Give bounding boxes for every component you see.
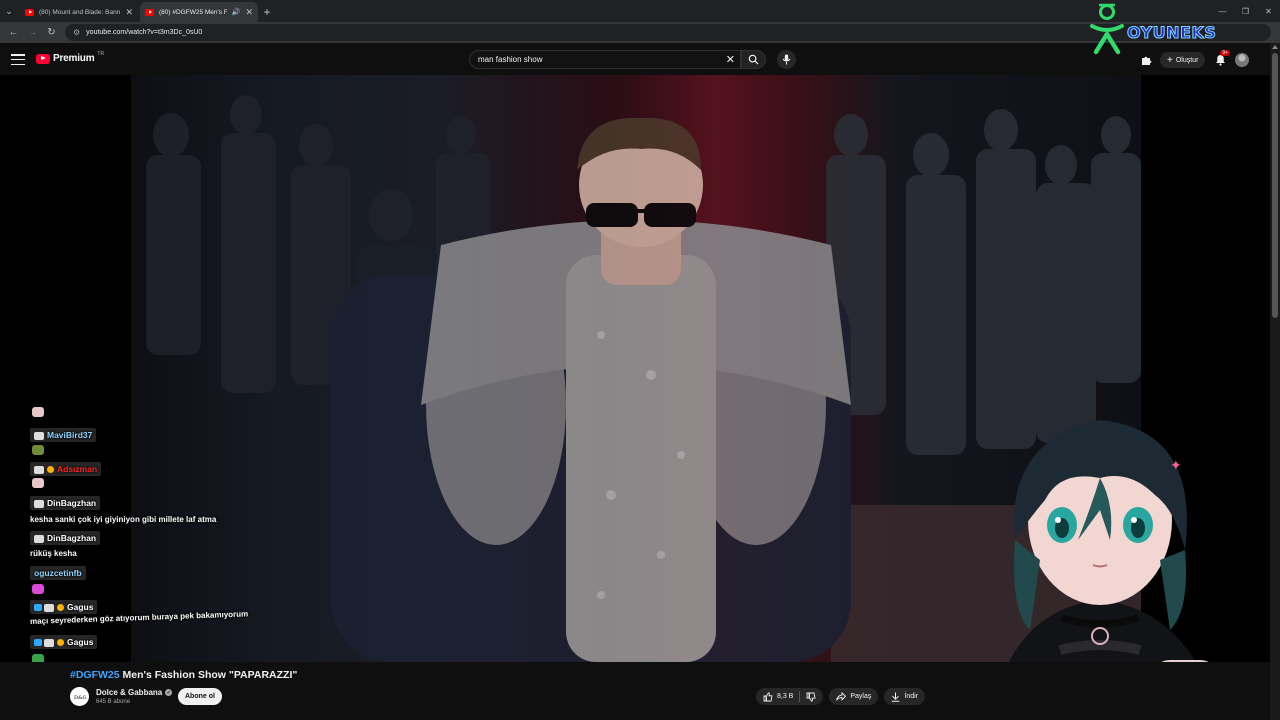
guide-menu-icon[interactable] bbox=[11, 54, 25, 65]
channel-name-text: Dolce & Gabbana bbox=[96, 688, 163, 697]
youtube-favicon-icon bbox=[145, 8, 154, 16]
hashtag-link[interactable]: #DGFW25 bbox=[70, 669, 120, 681]
member-badge-icon bbox=[34, 639, 42, 647]
chat-message: Gagus bbox=[30, 600, 98, 614]
close-tab-icon[interactable]: ✕ bbox=[125, 7, 133, 18]
page-scrollbar[interactable] bbox=[1270, 43, 1280, 720]
like-dislike-group: 8,3 B bbox=[756, 688, 824, 705]
scroll-up-arrow-icon[interactable] bbox=[1272, 45, 1278, 49]
youtube-favicon-icon bbox=[25, 8, 34, 16]
download-button[interactable]: İndir bbox=[884, 688, 925, 705]
scrollbar-thumb[interactable] bbox=[1272, 53, 1278, 318]
chat-badge-icon bbox=[44, 603, 54, 612]
thumbs-down-icon[interactable] bbox=[806, 692, 816, 702]
url-text: youtube.com/watch?v=t3m3Dc_0sU0 bbox=[86, 29, 203, 36]
logo-text: Premium bbox=[53, 53, 95, 64]
channel-name[interactable]: Dolce & Gabbana ✓ bbox=[96, 688, 173, 697]
search-query: man fashion show bbox=[478, 55, 543, 64]
thumbs-up-icon bbox=[763, 691, 773, 701]
microphone-icon bbox=[782, 54, 791, 65]
chat-badge-icon bbox=[44, 638, 54, 647]
search-icon bbox=[748, 54, 759, 65]
speaker-icon[interactable]: 🔊 bbox=[232, 8, 241, 16]
dg-logo-icon: D&G bbox=[73, 693, 86, 701]
chat-username: Adsızman bbox=[57, 464, 98, 474]
download-label: İndir bbox=[904, 693, 918, 700]
chat-emote bbox=[32, 407, 44, 417]
share-arrow-icon bbox=[836, 692, 847, 701]
share-button[interactable]: Paylaş bbox=[829, 688, 879, 705]
divider bbox=[799, 691, 801, 702]
youtube-play-icon bbox=[36, 53, 50, 64]
chat-username: Gagus bbox=[67, 637, 94, 647]
svg-text:✦: ✦ bbox=[1170, 458, 1182, 474]
subscribe-button[interactable]: Abone ol bbox=[178, 688, 222, 705]
tab-title: (80) Mount and Blade: Bannerlo bbox=[39, 8, 121, 16]
tab-search-chevron-icon[interactable]: ⌄ bbox=[0, 0, 18, 22]
channel-avatar[interactable]: D&G bbox=[70, 687, 89, 706]
browser-tab[interactable]: (80) Mount and Blade: Bannerlo ✕ bbox=[20, 2, 138, 22]
subscriber-badge-icon bbox=[47, 466, 54, 474]
share-label: Paylaş bbox=[850, 693, 872, 700]
brand-name: OYUNEKS bbox=[1126, 23, 1217, 43]
new-tab-button[interactable]: + bbox=[258, 2, 276, 22]
clear-search-icon[interactable]: ✕ bbox=[726, 53, 735, 66]
chat-username: DinBagzhan bbox=[47, 533, 97, 543]
subscriber-badge-icon bbox=[57, 639, 64, 647]
logo-country: TR bbox=[97, 50, 105, 57]
chat-message: oguzcetinfb bbox=[30, 566, 86, 580]
chat-badge-icon bbox=[34, 465, 44, 474]
chat-username: Gagus bbox=[67, 602, 94, 612]
chat-username: DinBagzhan bbox=[47, 498, 97, 508]
download-icon bbox=[892, 692, 900, 702]
chat-message: Gagus bbox=[30, 635, 98, 649]
chat-emote bbox=[32, 478, 44, 488]
chat-text: rüküş kesha bbox=[30, 549, 77, 558]
chat-username: MaviBird37 bbox=[47, 430, 93, 440]
video-actions: 8,3 B Paylaş İndir bbox=[756, 688, 925, 705]
chat-emote bbox=[32, 445, 44, 455]
chat-emote bbox=[32, 584, 44, 594]
chat-message: MaviBird37 bbox=[30, 428, 97, 442]
chat-message: DinBagzhan bbox=[30, 531, 101, 545]
member-badge-icon bbox=[34, 604, 42, 612]
chat-message: Adsızman bbox=[30, 462, 102, 476]
video-info: #DGFW25 Men's Fashion Show "PAPARAZZI" D… bbox=[0, 662, 1270, 720]
tab-title: (80) #DGFW25 Men's Fashi bbox=[159, 8, 227, 16]
search-input[interactable]: man fashion show ✕ bbox=[469, 50, 741, 69]
site-info-icon[interactable]: ⚙ bbox=[73, 28, 80, 37]
back-arrow-icon[interactable]: ← bbox=[4, 23, 23, 42]
close-tab-icon[interactable]: ✕ bbox=[245, 7, 253, 18]
verified-check-icon: ✓ bbox=[165, 689, 173, 696]
browser-tab-active[interactable]: (80) #DGFW25 Men's Fashi 🔊 ✕ bbox=[140, 2, 258, 22]
voice-search-button[interactable] bbox=[777, 50, 796, 69]
youtube-logo[interactable]: Premium TR bbox=[36, 50, 105, 64]
chat-text: kesha sanki çok iyi giyiniyon gibi mille… bbox=[30, 515, 217, 524]
subscriber-count: 645 B abone bbox=[96, 699, 131, 705]
youtube-masthead: Premium TR man fashion show ✕ + Oluştur … bbox=[0, 43, 1270, 75]
chat-badge-icon bbox=[34, 534, 44, 543]
chat-badge-icon bbox=[34, 499, 44, 508]
reload-icon[interactable]: ↻ bbox=[42, 23, 61, 42]
subscriber-badge-icon bbox=[57, 604, 64, 612]
like-button[interactable]: 8,3 B bbox=[763, 691, 794, 702]
search-button[interactable] bbox=[741, 50, 766, 69]
chat-message: DinBagzhan bbox=[30, 496, 101, 510]
chat-badge-icon bbox=[34, 431, 44, 440]
svg-text:D&G: D&G bbox=[74, 695, 86, 701]
like-count: 8,3 B bbox=[777, 693, 794, 700]
video-title: #DGFW25 Men's Fashion Show "PAPARAZZI" bbox=[70, 669, 297, 681]
forward-arrow-icon[interactable]: → bbox=[23, 23, 42, 42]
chat-emote bbox=[32, 654, 44, 662]
video-title-text: Men's Fashion Show "PAPARAZZI" bbox=[122, 669, 298, 681]
chat-username: oguzcetinfb bbox=[34, 568, 82, 578]
